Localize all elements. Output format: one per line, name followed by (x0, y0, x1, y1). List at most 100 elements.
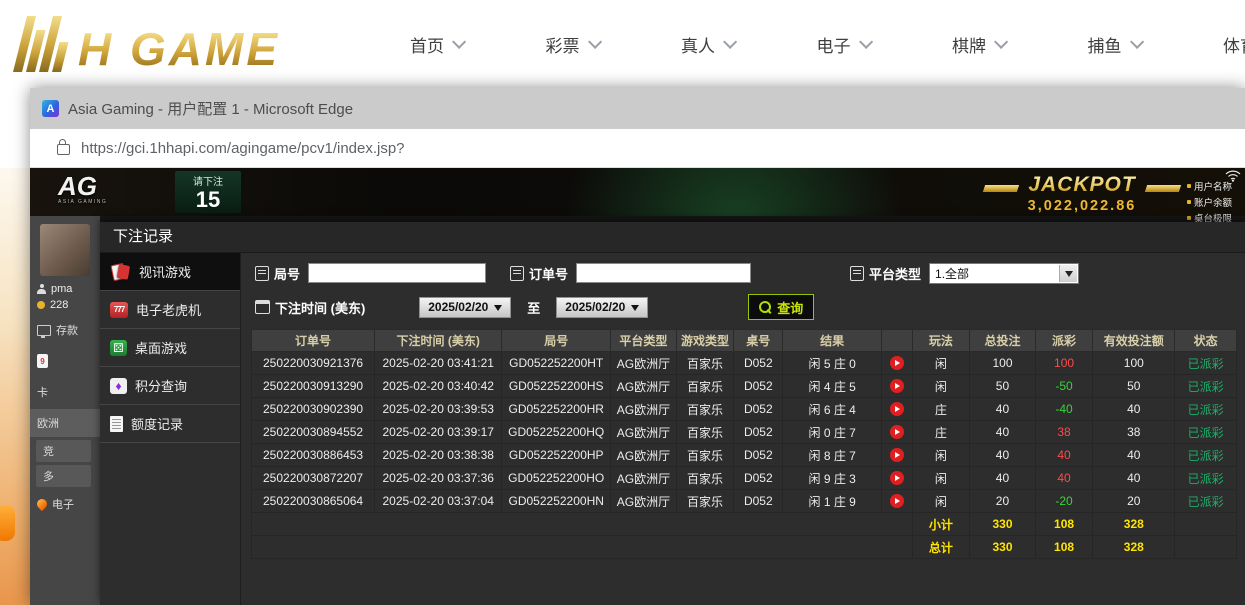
nav-label: 彩票 (546, 32, 580, 57)
cell-status: 已派彩 (1175, 490, 1237, 513)
cell-status: 已派彩 (1175, 398, 1237, 421)
cell-valid-bet: 100 (1093, 352, 1175, 375)
cell-platform-type: AG欧洲厅 (611, 467, 677, 490)
cell-sum-payout: 108 (1035, 536, 1092, 559)
sidebar-item-europe[interactable]: 欧洲 (30, 409, 100, 437)
nav-item-home[interactable]: 首页 (410, 32, 462, 57)
sidebar-item-cards[interactable]: 9 (30, 347, 100, 375)
monitor-icon (37, 325, 51, 336)
replay-play-icon[interactable] (890, 425, 904, 439)
cell-sum-valid: 328 (1093, 536, 1175, 559)
sidebar-item-label: 欧洲 (37, 415, 59, 431)
cell-order-number: 250220030921376 (252, 352, 375, 375)
cell-valid-bet: 20 (1093, 490, 1175, 513)
menu-item-table-games[interactable]: 桌面游戏 (100, 329, 240, 367)
cell-empty (252, 513, 913, 536)
menu-item-video-games[interactable]: 视讯游戏 (100, 253, 240, 291)
cell-status: 已派彩 (1175, 352, 1237, 375)
replay-play-icon[interactable] (890, 471, 904, 485)
address-bar[interactable]: https://gci.1hhapi.com/agingame/pcv1/ind… (30, 129, 1245, 168)
column-header: 下注时间 (美东) (375, 330, 502, 352)
search-button[interactable]: 查询 (748, 294, 814, 320)
cell-table-number: D052 (734, 352, 783, 375)
nav-label: 电子 (817, 32, 851, 57)
cell-order-number: 250220030872207 (252, 467, 375, 490)
cell-order-number: 250220030913290 (252, 375, 375, 398)
subtotal-row: 小计330108328 (252, 513, 1237, 536)
menu-item-quota-records[interactable]: 额度记录 (100, 405, 240, 443)
cell-sum-label: 小计 (912, 513, 969, 536)
date-from-value: 2025/02/20 (428, 300, 488, 314)
nav-item-fishing[interactable]: 捕鱼 (1088, 32, 1140, 57)
lock-icon (57, 144, 70, 155)
replay-play-icon[interactable] (890, 356, 904, 370)
sidebar-item-electronic[interactable]: 电子 (30, 490, 100, 518)
sidebar-item-ka[interactable]: 卡 (30, 378, 100, 406)
bet-prompt: 请下注 (175, 171, 241, 188)
window-title: Asia Gaming - 用户配置 1 - Microsoft Edge (68, 98, 353, 119)
panel-body: 视讯游戏 电子老虎机 桌面游戏 积分查询 额度记录 局号 订单号 平台类型 1.… (100, 253, 1245, 605)
playing-card-icon: 9 (37, 354, 48, 368)
cell-platform-type: AG欧洲厅 (611, 352, 677, 375)
bet-table: 订单号下注时间 (美东)局号平台类型游戏类型桌号结果玩法总投注派彩有效投注额状态… (251, 329, 1237, 559)
cell-total-bet: 40 (970, 467, 1036, 490)
main-nav: 首页 彩票 真人 电子 棋牌 捕鱼 体育 (354, 32, 1245, 57)
cell-result: 闲 9 庄 3 (783, 467, 882, 490)
replay-play-icon[interactable] (890, 494, 904, 508)
nav-item-lottery[interactable]: 彩票 (546, 32, 598, 57)
nav-item-poker[interactable]: 棋牌 (952, 32, 1004, 57)
column-header: 结果 (783, 330, 882, 352)
cell-result: 闲 0 庄 7 (783, 421, 882, 444)
menu-item-points-query[interactable]: 积分查询 (100, 367, 240, 405)
cell-game-type: 百家乐 (676, 352, 733, 375)
panel-main: 局号 订单号 平台类型 1.全部 下注时间 (美东) 2025/02/20 至 … (241, 253, 1245, 605)
cell-result: 闲 5 庄 0 (783, 352, 882, 375)
chevron-down-icon (588, 35, 602, 49)
cell-order-number: 250220030894552 (252, 421, 375, 444)
bullet-icon (1187, 216, 1191, 220)
chevron-down-icon (1130, 35, 1144, 49)
cell-total-bet: 100 (970, 352, 1036, 375)
side-float-button[interactable] (0, 505, 15, 541)
user-info-line: 用户名称 (1187, 179, 1245, 193)
cell-round-number: GD052252200HN (502, 490, 611, 513)
menu-item-slot-machine[interactable]: 电子老虎机 (100, 291, 240, 329)
sidebar-item-duo[interactable]: 多 (36, 465, 91, 487)
cell-play-type: 闲 (912, 467, 969, 490)
cell-platform-type: AG欧洲厅 (611, 421, 677, 444)
table-row: 2502200309213762025-02-20 03:41:21GD0522… (252, 352, 1237, 375)
edge-window: A Asia Gaming - 用户配置 1 - Microsoft Edge … (30, 88, 1245, 605)
cards-icon (110, 263, 131, 281)
cell-round-number: GD052252200HT (502, 352, 611, 375)
round-label-text: 局号 (274, 264, 300, 283)
nav-item-sports[interactable]: 体育 (1223, 32, 1245, 57)
sidebar-item-label: 卡 (37, 384, 48, 400)
menu-item-label: 额度记录 (131, 414, 183, 433)
coin-icon (37, 301, 45, 309)
filter-row-2: 下注时间 (美东) 2025/02/20 至 2025/02/20 查询 (251, 293, 1245, 321)
document-icon (110, 416, 123, 432)
table-row: 2502200308650642025-02-20 03:37:04GD0522… (252, 490, 1237, 513)
sidebar-item-deposit[interactable]: 存款 (30, 316, 100, 344)
nav-item-live[interactable]: 真人 (681, 32, 733, 57)
game-topbar: AG ASIA GAMING 请下注 15 JACKPOT 3,022,022.… (30, 168, 1245, 216)
menu-item-label: 电子老虎机 (136, 300, 201, 319)
sidebar-item-jing[interactable]: 竞 (36, 440, 91, 462)
cell-sum-valid: 328 (1093, 513, 1175, 536)
replay-play-icon[interactable] (890, 448, 904, 462)
replay-play-icon[interactable] (890, 379, 904, 393)
platform-select[interactable]: 1.全部 (929, 263, 1079, 284)
cell-round-number: GD052252200HR (502, 398, 611, 421)
bet-time-label: 下注时间 (美东) (255, 298, 365, 317)
date-to-picker[interactable]: 2025/02/20 (556, 297, 648, 318)
cell-bet-time: 2025-02-20 03:39:53 (375, 398, 502, 421)
nav-item-slots[interactable]: 电子 (817, 32, 869, 57)
date-from-picker[interactable]: 2025/02/20 (419, 297, 511, 318)
calendar-icon (255, 300, 270, 314)
cell-table-number: D052 (734, 490, 783, 513)
replay-play-icon[interactable] (890, 402, 904, 416)
cell-game-type: 百家乐 (676, 421, 733, 444)
order-input[interactable] (576, 263, 751, 283)
round-input[interactable] (308, 263, 486, 283)
dice-icon (110, 340, 127, 356)
